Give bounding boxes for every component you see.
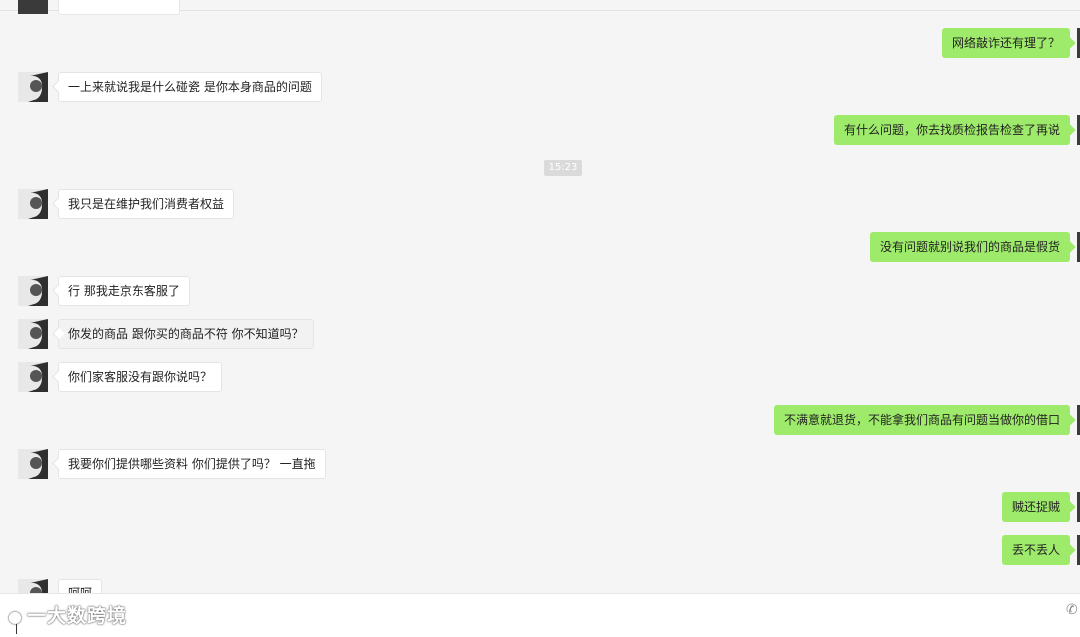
sent-message: 贼还捉贼 — [1001, 492, 1070, 522]
message-text: 我要你们提供哪些资料 你们提供了吗？ 一直拖 — [68, 457, 316, 471]
message-text: 有什么问题，你去找质检报告检查了再说 — [843, 123, 1060, 137]
sent-message: 丢不丢人 — [1001, 535, 1070, 565]
message-text: 你们家客服没有跟你说吗？ — [68, 370, 213, 384]
received-message: 你发的商品 跟你买的商品不符 你不知道吗？ — [58, 319, 314, 349]
message-text: 你发的商品 跟你买的商品不符 你不知道吗？ — [68, 327, 304, 341]
message-text: 贼还捉贼 — [1011, 500, 1060, 514]
message-text: 没有问题就别说我们的商品是假货 — [879, 240, 1060, 254]
sent-message: 网络敲诈还有理了？ — [941, 28, 1070, 58]
message-text: 行 那我走京东客服了 — [68, 284, 180, 298]
message-text: 丢不丢人 — [1011, 543, 1060, 557]
watermark: ● 一大数跨境 — [8, 601, 127, 631]
received-message: 一上来就说我是什么碰瓷 是你本身商品的问题 — [58, 72, 322, 102]
message-input-area[interactable] — [0, 593, 1080, 637]
avatar[interactable] — [18, 449, 48, 479]
watermark-text: 一大数跨境 — [26, 605, 127, 627]
avatar[interactable] — [18, 319, 48, 349]
message-text: 网络敲诈还有理了？ — [951, 36, 1060, 50]
sent-message: 不满意就退货，不能拿我们商品有问题当做你的借口 — [773, 405, 1070, 435]
message-text: 我只是在维护我们消费者权益 — [68, 197, 225, 211]
watermark-logo-icon: ● — [8, 607, 23, 626]
avatar[interactable] — [18, 276, 48, 306]
timestamp: 15:23 — [544, 160, 582, 176]
avatar[interactable] — [18, 189, 48, 219]
received-message: 你们家客服没有跟你说吗？ — [58, 362, 223, 392]
received-message: 我要你们提供哪些资料 你们提供了吗？ 一直拖 — [58, 449, 326, 479]
message-text: 一上来就说我是什么碰瓷 是你本身商品的问题 — [68, 80, 312, 94]
sent-message: 没有问题就别说我们的商品是假货 — [869, 232, 1070, 262]
message-text: 不满意就退货，不能拿我们商品有问题当做你的借口 — [783, 413, 1060, 427]
avatar[interactable] — [18, 362, 48, 392]
received-message: 行 那我走京东客服了 — [58, 276, 190, 306]
avatar[interactable] — [18, 579, 48, 593]
phone-icon[interactable]: ✆ — [1066, 602, 1080, 618]
received-message: 我只是在维护我们消费者权益 — [58, 189, 235, 219]
sent-message: 有什么问题，你去找质检报告检查了再说 — [833, 115, 1070, 145]
avatar[interactable] — [18, 0, 48, 14]
avatar[interactable] — [18, 72, 48, 102]
message-bubble-partial — [58, 0, 180, 15]
